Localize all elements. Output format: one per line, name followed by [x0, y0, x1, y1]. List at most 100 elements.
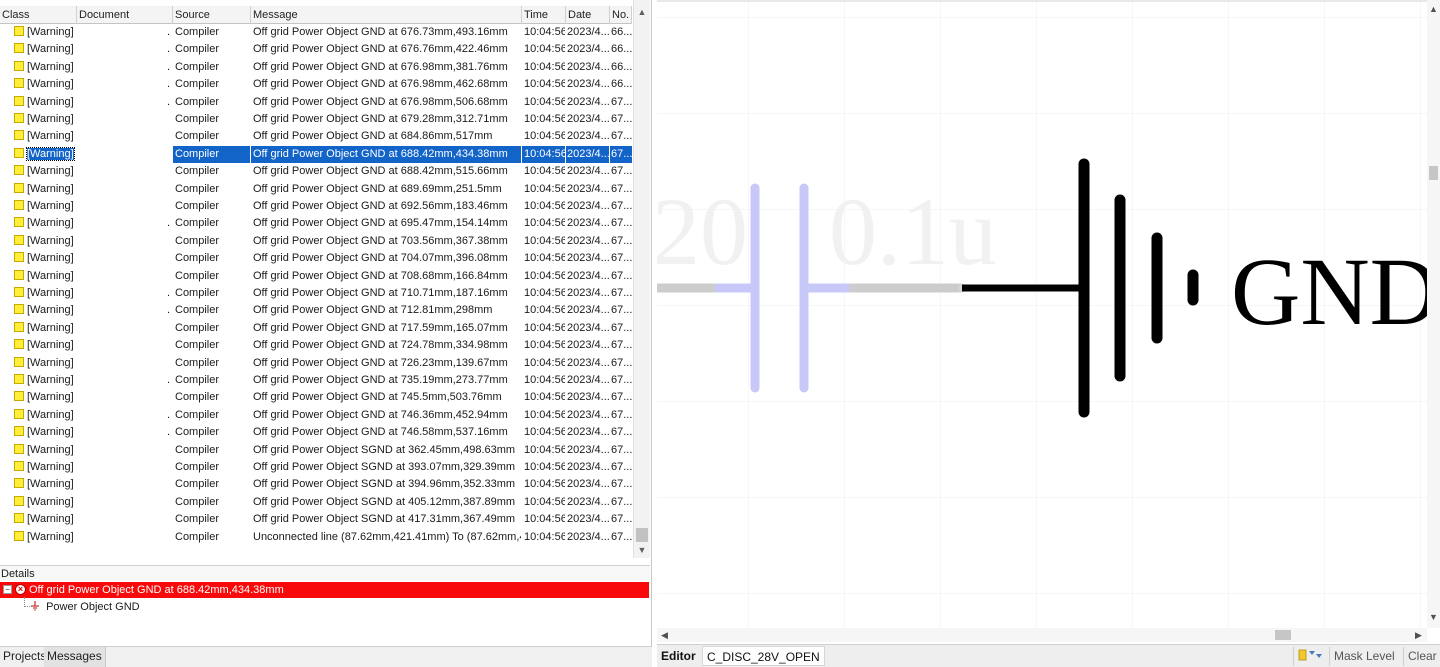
source-cell: Compiler: [175, 113, 220, 125]
scroll-thumb[interactable]: [1429, 166, 1438, 180]
class-cell: [Warning]: [14, 233, 76, 250]
message-cell: Off grid Power Object GND at 712.81mm,29…: [253, 304, 493, 317]
column-source[interactable]: Source: [173, 6, 251, 24]
table-row[interactable]: [Warning] Compiler Off grid Power Object G…: [0, 355, 632, 372]
class-cell: [Warning]: [14, 268, 76, 285]
table-row[interactable]: [Warning]. Compiler Off grid Power Object …: [0, 285, 632, 302]
document-cell: [78, 529, 172, 546]
messages-list: [Warning]. Compiler Off grid Power Object …: [0, 24, 632, 546]
document-cell: .: [166, 78, 170, 91]
table-row[interactable]: [Warning]. Compiler Off grid Power Object …: [0, 94, 632, 111]
table-row[interactable]: [Warning]. Compiler Off grid Power Object …: [0, 302, 632, 319]
messages-panel: Class Document Source Message Time Date …: [0, 0, 652, 667]
scroll-right-icon[interactable]: ▶: [1415, 628, 1422, 642]
date-cell: 2023/4...: [567, 408, 609, 421]
table-row[interactable]: [Warning]. Compiler Off grid Power Object …: [0, 59, 632, 76]
source-cell: Compiler: [175, 234, 220, 247]
status-area: Mask Level Clear: [1293, 645, 1440, 667]
column-time[interactable]: Time: [522, 6, 566, 24]
class-text: [Warning]: [27, 234, 74, 247]
table-row[interactable]: [Warning] Compiler Off grid Power Object G…: [0, 268, 632, 285]
table-row[interactable]: [Warning]. Compiler Off grid Power Object …: [0, 407, 632, 424]
details-error-row[interactable]: − × Off grid Power Object GND at 688.42m…: [0, 582, 649, 598]
mask-level-button[interactable]: Mask Level: [1329, 647, 1399, 666]
class-cell: [Warning]: [14, 424, 76, 441]
scroll-up-icon[interactable]: ▲: [1427, 4, 1440, 14]
table-row[interactable]: [Warning] Compiler Off grid Power Object G…: [0, 181, 632, 198]
scroll-down-icon[interactable]: ▼: [1427, 612, 1440, 622]
table-row[interactable]: [Warning]. Compiler Off grid Power Object …: [0, 424, 632, 441]
table-row[interactable]: [Warning] Compiler Off grid Power Object S…: [0, 476, 632, 493]
editor-vertical-scrollbar[interactable]: ▲ ▼: [1427, 0, 1440, 628]
tab-document[interactable]: C_DISC_28V_OPEN: [702, 646, 825, 666]
table-row[interactable]: [Warning] Compiler Off grid Power Object G…: [0, 320, 632, 337]
source-cell: Compiler: [175, 217, 220, 230]
document-cell: [78, 163, 172, 180]
document-cell: [78, 494, 172, 511]
source-cell: Compiler: [175, 443, 220, 456]
gnd-power-label[interactable]: GND: [1231, 238, 1427, 345]
table-row[interactable]: [Warning] Compiler Off grid Power Object G…: [0, 111, 632, 128]
filter-icon[interactable]: [1293, 647, 1329, 666]
column-message[interactable]: Message: [251, 6, 522, 24]
class-text: [Warning]: [27, 43, 74, 56]
tab-projects[interactable]: Projects: [0, 647, 51, 667]
schematic-canvas[interactable]: 20 0.1u GND: [657, 2, 1427, 628]
time-cell: 10:04:56: [524, 391, 565, 404]
table-row[interactable]: [Warning] Compiler Off grid Power Object G…: [0, 163, 632, 180]
schematic-drawing: 20 0.1u GND: [657, 2, 1427, 628]
editor-horizontal-scrollbar[interactable]: ◀ ▶: [657, 628, 1427, 642]
table-row[interactable]: [Warning] Compiler Off grid Power Object G…: [0, 337, 632, 354]
clear-button[interactable]: Clear: [1403, 647, 1440, 666]
document-cell: [78, 320, 172, 337]
column-class[interactable]: Class: [0, 6, 77, 24]
message-cell: Off grid Power Object GND at 688.42mm,51…: [253, 165, 508, 178]
warning-icon: [14, 43, 24, 54]
time-cell: 10:04:56: [524, 200, 565, 212]
warning-icon: [14, 374, 24, 384]
table-row[interactable]: [Warning]. Compiler Off grid Power Object …: [0, 215, 632, 232]
number-cell: 67...: [611, 234, 632, 247]
tab-messages[interactable]: Messages: [44, 647, 106, 667]
message-cell: Off grid Power Object GND at 746.36mm,45…: [253, 408, 508, 421]
table-row[interactable]: [Warning]. Compiler Off grid Power Object …: [0, 372, 632, 389]
column-date[interactable]: Date: [566, 6, 610, 24]
scroll-up-icon[interactable]: ▲: [634, 4, 650, 20]
class-text: [Warning]: [27, 130, 74, 143]
table-row[interactable]: [Warning] Compiler Off grid Power Object G…: [0, 198, 632, 215]
column-document[interactable]: Document: [77, 6, 173, 24]
date-cell: 2023/4...: [567, 217, 609, 230]
scroll-thumb[interactable]: [1275, 630, 1291, 640]
warning-icon: [14, 287, 24, 297]
class-cell: [Warning]: [14, 181, 76, 198]
messages-scrollbar[interactable]: ▲ ▼: [633, 0, 650, 558]
message-cell: Off grid Power Object SGND at 417.31mm,3…: [253, 513, 516, 526]
table-row[interactable]: [Warning] Compiler Unconnected line (87.62…: [0, 529, 632, 546]
warning-icon: [14, 78, 24, 89]
table-row[interactable]: [Warning] Compiler Off grid Power Object S…: [0, 459, 632, 476]
number-cell: 67...: [611, 513, 632, 526]
details-child-row[interactable]: Power Object GND: [24, 597, 140, 615]
scroll-left-icon[interactable]: ◀: [661, 628, 668, 642]
table-row[interactable]: [Warning] Compiler Off grid Power Object S…: [0, 442, 632, 459]
time-cell: 10:04:56: [524, 461, 565, 473]
tab-editor[interactable]: Editor: [657, 646, 700, 666]
time-cell: 10:04:56: [524, 530, 565, 543]
table-row[interactable]: [Warning]. Compiler Off grid Power Object …: [0, 24, 632, 41]
scroll-down-icon[interactable]: ▼: [634, 542, 650, 558]
table-row[interactable]: [Warning] Compiler Off grid Power Object S…: [0, 511, 632, 528]
table-row[interactable]: [Warning] Compiler Off grid Power Object G…: [0, 145, 632, 164]
warning-icon: [14, 60, 24, 71]
class-cell: [Warning]: [14, 529, 76, 546]
table-row[interactable]: [Warning] Compiler Off grid Power Object G…: [0, 389, 632, 406]
scroll-thumb[interactable]: [636, 528, 648, 542]
table-row[interactable]: [Warning] Compiler Off grid Power Object G…: [0, 233, 632, 250]
table-row[interactable]: [Warning] Compiler Off grid Power Object S…: [0, 494, 632, 511]
collapse-icon[interactable]: −: [3, 585, 12, 594]
table-row[interactable]: [Warning]. Compiler Off grid Power Object …: [0, 41, 632, 58]
table-row[interactable]: [Warning] Compiler Off grid Power Object G…: [0, 250, 632, 267]
time-cell: 10:04:56: [524, 217, 565, 230]
table-row[interactable]: [Warning]. Compiler Off grid Power Object …: [0, 76, 632, 93]
column-no[interactable]: No.: [610, 6, 632, 24]
table-row[interactable]: [Warning] Compiler Off grid Power Object G…: [0, 128, 632, 145]
